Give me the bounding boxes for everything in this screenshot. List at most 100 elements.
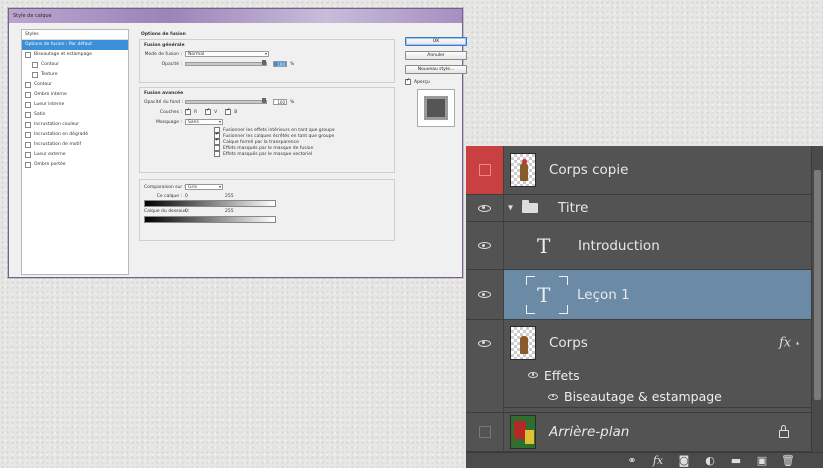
layer-row-corps[interactable]: Corps fx ▴ [466, 320, 811, 412]
option-label: Effets masqués par le masque de fusion [223, 145, 314, 151]
style-inner-shadow[interactable]: Ombre interne [22, 90, 128, 100]
checkbox[interactable] [25, 102, 31, 108]
unit-label: % [290, 99, 295, 105]
preview-label: Aperçu [414, 79, 430, 85]
opacity-slider[interactable] [185, 60, 267, 66]
opacity-input[interactable]: 100 [273, 61, 287, 67]
blend-if-select[interactable]: Gris [185, 184, 223, 190]
style-label: Ombre portée [34, 162, 66, 167]
layer-row-lecon-1[interactable]: T Leçon 1 [466, 270, 811, 320]
option-label: Effets masqués par le masque vectoriel [223, 151, 313, 157]
styles-header[interactable]: Styles [22, 30, 128, 40]
blend-if-label: Comparaison sur : [144, 184, 186, 190]
layer-style-dialog: Style de calque Styles Options de fusion… [8, 8, 467, 278]
checkbox[interactable] [25, 132, 31, 138]
layer-name: Leçon 1 [577, 286, 630, 303]
effect-bevel-row[interactable]: Biseautage & estampage [504, 386, 811, 408]
eye-icon [478, 339, 491, 347]
checkbox[interactable] [25, 52, 31, 58]
expand-caret-icon[interactable]: ▾ [508, 203, 513, 214]
checkbox[interactable] [25, 122, 31, 128]
add-style-icon[interactable]: fx [651, 454, 665, 467]
figure-shape [520, 163, 528, 181]
underlying-layer-gradient[interactable] [144, 216, 276, 223]
this-layer-gradient[interactable] [144, 200, 276, 207]
layers-scrollbar[interactable] [811, 146, 823, 452]
style-satin[interactable]: Satin [22, 110, 128, 120]
dialog-title[interactable]: Style de calque [9, 9, 462, 23]
checkbox[interactable] [214, 151, 220, 157]
new-group-icon[interactable]: ▬ [729, 454, 743, 467]
style-inner-glow[interactable]: Lueur interne [22, 100, 128, 110]
checkbox[interactable] [25, 112, 31, 118]
visibility-toggle[interactable] [466, 413, 504, 451]
style-gradient-overlay[interactable]: Incrustation en dégradé [22, 130, 128, 140]
eye-icon [478, 242, 491, 249]
thumbnail-shape [525, 430, 534, 444]
visibility-toggle[interactable] [466, 195, 504, 221]
channel-g-checkbox[interactable] [205, 107, 212, 115]
new-style-button[interactable]: Nouveau style... [405, 65, 467, 74]
style-blending-options[interactable]: Options de fusion : Par défaut [22, 40, 128, 50]
adjustment-layer-icon[interactable]: ◐ [703, 454, 717, 467]
underlying-min: 0 [185, 209, 188, 214]
layer-name: Corps copie [549, 162, 629, 178]
option-label: Fusionner les effets intérieurs en tant … [223, 127, 335, 133]
style-stroke[interactable]: Contour [22, 80, 128, 90]
channel-r-checkbox[interactable] [185, 107, 191, 115]
channel-b-checkbox[interactable] [225, 107, 232, 115]
layer-row-corps-copie[interactable]: Corps copie [466, 146, 811, 195]
blend-mode-select[interactable]: Normal [185, 51, 269, 57]
layer-row-arriere-plan[interactable]: Arrière-plan [466, 412, 811, 452]
style-texture[interactable]: Texture [22, 70, 128, 80]
add-mask-icon[interactable]: ◙ [677, 454, 691, 467]
checkbox[interactable] [32, 72, 38, 78]
blend-mode-label: Mode de fusion : [144, 51, 182, 57]
visibility-toggle[interactable] [466, 270, 504, 319]
style-drop-shadow[interactable]: Ombre portée [22, 160, 128, 170]
delete-layer-icon[interactable]: 🗑 [781, 454, 795, 467]
checkbox[interactable] [32, 62, 38, 68]
fill-opacity-slider[interactable] [185, 98, 267, 104]
style-bevel-emboss[interactable]: Biseautage et estampage [22, 50, 128, 60]
slider-thumb[interactable] [262, 98, 266, 103]
figure-shape [520, 336, 528, 354]
channel-g-label: V [214, 109, 218, 115]
visibility-toggle[interactable] [466, 146, 504, 194]
checkbox[interactable] [25, 92, 31, 98]
fill-opacity-input[interactable]: 100 [273, 99, 287, 105]
lock-icon[interactable] [779, 425, 789, 438]
slider-thumb[interactable] [262, 60, 266, 65]
style-pattern-overlay[interactable]: Incrustation de motif [22, 140, 128, 150]
this-layer-max: 255 [225, 193, 234, 199]
visibility-toggle[interactable] [466, 222, 504, 269]
visibility-toggle[interactable] [466, 320, 504, 412]
preview-toggle[interactable]: Aperçu [405, 77, 467, 85]
fx-icon[interactable]: fx [779, 336, 791, 351]
checkbox[interactable] [25, 142, 31, 148]
eye-icon[interactable] [548, 393, 558, 400]
layer-row-titre[interactable]: ▾ Titre [466, 195, 811, 222]
effects-row[interactable]: Effets [504, 364, 811, 386]
layer-row-introduction[interactable]: T Introduction [466, 222, 811, 270]
checkbox[interactable] [25, 82, 31, 88]
fx-expand-caret-icon[interactable]: ▴ [796, 340, 799, 347]
new-layer-icon[interactable]: ▣ [755, 454, 769, 467]
knockout-select[interactable]: Sans [185, 119, 223, 125]
preview-checkbox[interactable] [405, 77, 411, 85]
eye-icon [478, 204, 491, 212]
style-outer-glow[interactable]: Lueur externe [22, 150, 128, 160]
checkbox[interactable] [25, 162, 31, 168]
cancel-button[interactable]: Annuler [405, 51, 467, 60]
scrollbar-thumb[interactable] [814, 170, 821, 400]
advanced-blending-group: Fusion avancée Opacité du fond : 100 % C… [139, 87, 395, 173]
style-label: Texture [41, 72, 58, 77]
ok-button[interactable]: OK [405, 37, 467, 46]
link-layers-icon[interactable]: ⚭ [625, 454, 639, 467]
eye-icon[interactable] [528, 372, 538, 378]
dialog-actions: OK Annuler Nouveau style... Aperçu [405, 37, 467, 127]
style-contour-sub[interactable]: Contour [22, 60, 128, 70]
checkbox[interactable] [25, 152, 31, 158]
style-color-overlay[interactable]: Incrustation couleur [22, 120, 128, 130]
option-vector-mask-hides[interactable]: Effets masqués par le masque vectoriel [144, 151, 390, 157]
